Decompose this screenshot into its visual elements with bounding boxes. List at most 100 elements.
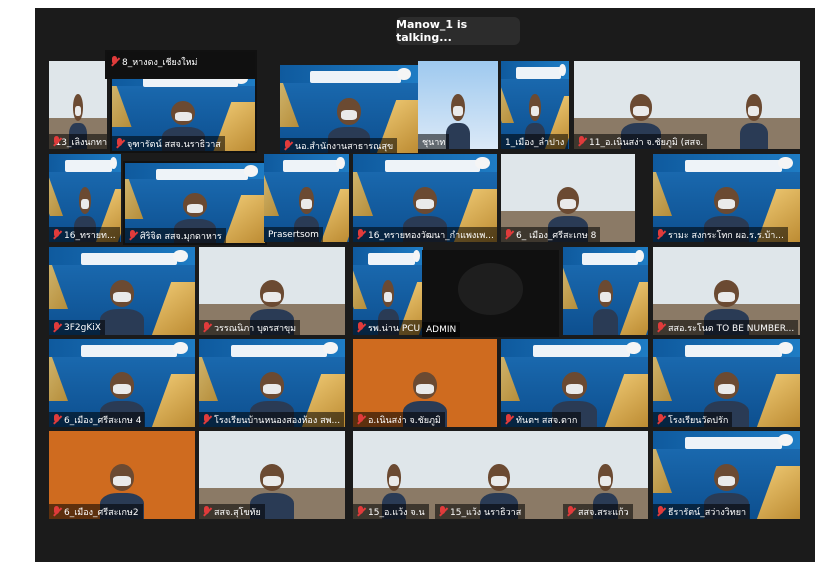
ministry-logo — [777, 341, 793, 354]
participant-tile[interactable]: ชุนาท — [418, 61, 498, 149]
participant-tile[interactable]: 16_ทรายทองวัฒนา_กำแพงเพ... — [353, 154, 497, 242]
muted-mic-icon — [52, 506, 61, 517]
participant-name: 15_อ.แว้ง จ.น — [368, 507, 425, 518]
participant-video — [446, 94, 470, 149]
participant-name-label: นอ.สำนักงานสาธารณสุข — [280, 138, 398, 153]
slide-graphic — [282, 160, 339, 173]
participant-tile[interactable]: 3F2gKiX — [49, 247, 195, 335]
slide-graphic — [125, 179, 144, 219]
slide-graphic — [148, 282, 195, 335]
slide-graphic — [221, 195, 265, 243]
participant-name-label: 15_อ.แว้ง จ.น — [353, 504, 429, 519]
slide-graphic — [81, 253, 178, 266]
participant-name-label: วรรณนิภา บุตรสาขุม — [199, 320, 301, 335]
participant-name: อ.เนินสง่า จ.ชัยภูมิ — [368, 415, 441, 426]
muted-mic-icon — [202, 322, 211, 333]
participant-tile[interactable]: จุฑารัตน์ สสจ.นราธิวาส — [110, 68, 257, 153]
slide-graphic — [685, 437, 783, 450]
participant-tile[interactable]: วรรณนิภา บุตรสาขุม — [199, 247, 345, 335]
participant-name-label: 16_ทรายท... — [49, 227, 120, 242]
participant-name-label: ธีรารัตน์_สว่างวิทยา — [653, 504, 751, 519]
muted-mic-icon — [202, 414, 211, 425]
participant-tile[interactable]: 16_ทรายท... — [49, 154, 121, 242]
participant-name: สสจ.สุโขทัย — [214, 507, 261, 518]
muted-mic-icon — [52, 229, 61, 240]
active-speaker-banner: Manow_1 is talking... — [396, 17, 520, 45]
muted-mic-icon — [110, 56, 119, 67]
participant-name: โรงเรียนวัดปรัก — [668, 415, 729, 426]
participant-video — [100, 280, 144, 335]
participant-tile[interactable]: 6_เมือง_ศรีสะเกษ 4 — [49, 339, 195, 427]
participant-name: ศิริจิต สสจ.มุกดาหาร — [140, 231, 222, 242]
slide-graphic — [143, 75, 238, 87]
participant-tile[interactable]: 11_อ.เนินสง่า จ.ชัยภูมิ (สสจ. — [574, 61, 708, 149]
participant-tile[interactable]: 6_เมือง_ศรีสะเกษ2 — [49, 431, 195, 519]
muted-mic-icon — [52, 322, 61, 333]
slide-graphic — [49, 171, 63, 216]
muted-mic-icon — [656, 322, 665, 333]
participant-tile[interactable]: นอ.สำนักงานสาธารณสุข — [280, 65, 418, 153]
participant-tile[interactable]: สสอ.ระโนด TO BE NUMBER... — [653, 247, 800, 335]
participant-tile[interactable]: รามะ สงกระโทก ผอ.ร.ร.บ้า... — [653, 154, 800, 242]
participant-video — [592, 280, 619, 335]
participant-tile[interactable]: 15_แว้ง นราธิวาส — [435, 431, 563, 519]
participant-tile[interactable]: 13_เลิงนกทา — [49, 61, 107, 149]
slide-graphic — [49, 264, 69, 309]
participant-tile[interactable]: 6_ เมือง_ศรีสะเกษ 8 — [501, 154, 635, 242]
muted-mic-icon — [356, 414, 365, 425]
participant-tile[interactable] — [563, 247, 648, 335]
participant-tile[interactable]: รพ.น่าน PCU — [353, 247, 423, 335]
muted-mic-icon — [356, 229, 365, 240]
participant-tile[interactable]: สสจ.สระแก้ว — [563, 431, 648, 519]
participant-tile[interactable]: ทันตฯ สสจ.ตาก — [501, 339, 648, 427]
participant-name-label: โรงเรียนบ้านหนองสองห้อง สพ... — [199, 412, 345, 427]
participant-tile[interactable]: 1_เมือง_ลำปาง — [501, 61, 569, 149]
slide-graphic — [264, 171, 279, 216]
participant-name-label: อ.เนินสง่า จ.ชัยภูมิ — [353, 412, 445, 427]
participant-tile[interactable]: ธีรารัตน์_สว่างวิทยา — [653, 431, 800, 519]
ministry-logo — [397, 67, 412, 80]
ministry-logo — [625, 341, 641, 354]
participant-tile[interactable]: ADMIN — [422, 250, 559, 337]
participant-tile[interactable]: โรงเรียนวัดปรัก — [653, 339, 800, 427]
participant-tile[interactable]: ศิริจิต สสจ.มุกดาหาร — [123, 161, 267, 245]
muted-mic-icon — [52, 414, 61, 425]
participant-name: 13_เลิงนกทา — [55, 137, 107, 148]
participant-tile[interactable]: สสจ.สุโขทัย — [199, 431, 345, 519]
participant-tile[interactable]: Prasertsom — [264, 154, 349, 242]
participant-name: ธีรารัตน์_สว่างวิทยา — [668, 507, 747, 518]
participant-name: 16_ทรายทองวัฒนา_กำแพงเพ... — [368, 230, 494, 241]
participant-tile[interactable] — [708, 61, 800, 149]
participant-name-label: จุฑารัตน์ สสจ.นราธิวาส — [112, 136, 225, 151]
participant-tile[interactable]: 8_หางดง_เชียงใหม่ — [105, 50, 257, 79]
participant-tile[interactable]: อ.เนินสง่า จ.ชัยภูมิ — [353, 339, 497, 427]
slide-graphic — [753, 466, 800, 519]
slide-graphic — [653, 356, 673, 401]
participant-name-label: ศิริจิต สสจ.มุกดาหาร — [125, 228, 226, 243]
participant-name-label: สสจ.สุโขทัย — [199, 504, 265, 519]
participant-name: รามะ สงกระโทก ผอ.ร.ร.บ้า... — [668, 230, 784, 241]
slide-graphic — [501, 78, 515, 123]
slide-graphic — [368, 253, 415, 266]
ministry-logo — [777, 433, 793, 446]
slide-graphic — [155, 168, 249, 180]
participant-name: วรรณนิภา บุตรสาขุม — [214, 323, 297, 334]
slide-graphic — [231, 345, 328, 358]
participant-name: สสจ.สระแก้ว — [578, 507, 629, 518]
participant-name: Prasertsom — [268, 229, 319, 240]
slide-graphic — [563, 264, 578, 309]
participant-name-label: 6_ เมือง_ศรีสะเกษ 8 — [501, 227, 601, 242]
participant-name-label: โรงเรียนวัดปรัก — [653, 412, 733, 427]
participant-tile[interactable]: โรงเรียนบ้านหนองสองห้อง สพ... — [199, 339, 345, 427]
slide-graphic — [685, 345, 783, 358]
participant-name-label: 3F2gKiX — [49, 320, 105, 335]
slide-graphic — [533, 345, 631, 358]
participant-name-label: 13_เลิงนกทา — [49, 134, 107, 149]
muted-mic-icon — [656, 506, 665, 517]
participant-name-label: 6_เมือง_ศรีสะเกษ2 — [49, 504, 143, 519]
participant-video — [740, 94, 768, 149]
slide-graphic — [685, 160, 783, 173]
participant-tile[interactable]: 15_อ.แว้ง จ.น — [353, 431, 435, 519]
slide-graphic — [64, 160, 113, 173]
muted-mic-icon — [438, 506, 447, 517]
